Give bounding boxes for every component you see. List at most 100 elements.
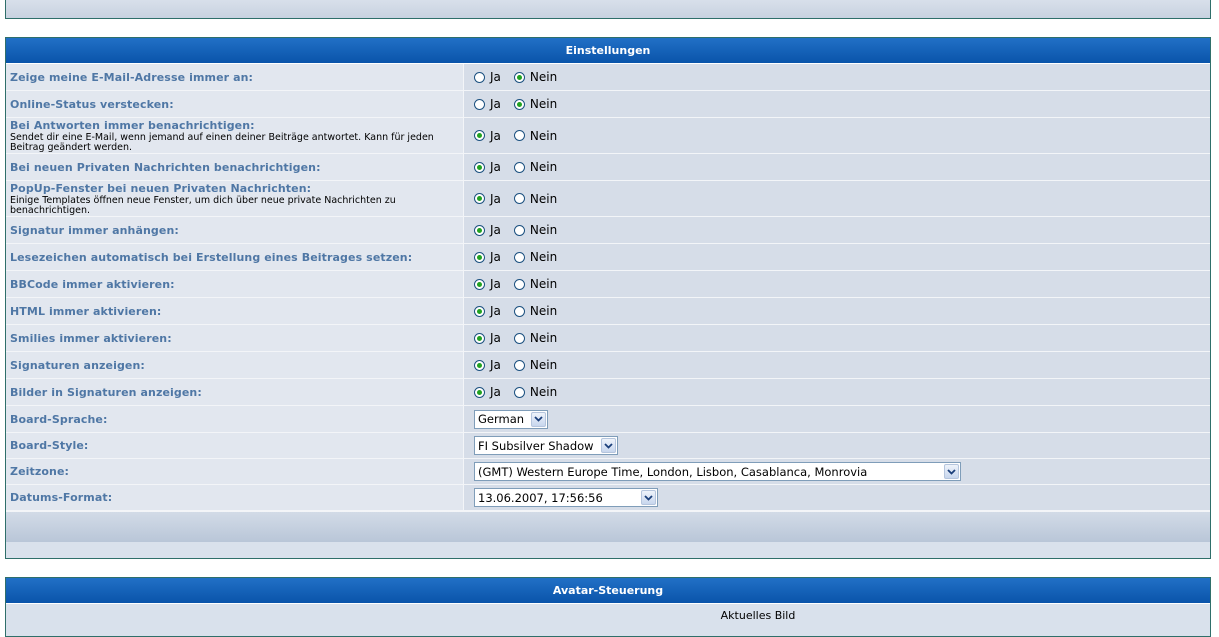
yes-no-radio-group: Ja Nein xyxy=(474,331,570,345)
radio-label-nein[interactable]: Nein xyxy=(530,129,557,143)
radio-label-nein[interactable]: Nein xyxy=(530,331,557,345)
radio-nein[interactable] xyxy=(513,193,525,204)
radio-nein[interactable] xyxy=(513,251,525,263)
radio-label-nein[interactable]: Nein xyxy=(530,250,557,264)
setting-label: Bilder in Signaturen anzeigen: xyxy=(10,385,202,399)
radio-label-ja[interactable]: Ja xyxy=(490,129,501,143)
chevron-down-icon[interactable] xyxy=(601,438,616,453)
radio-nein[interactable] xyxy=(513,359,525,371)
radio-ja[interactable] xyxy=(474,305,485,317)
yes-no-radio-group: Ja Nein xyxy=(474,97,570,111)
radio-ja[interactable] xyxy=(474,161,485,173)
radio-nein[interactable] xyxy=(513,386,525,398)
setting-label: Smilies immer aktivieren: xyxy=(10,331,172,345)
setting-label: Lesezeichen automatisch bei Erstellung e… xyxy=(10,250,413,264)
radio-ja[interactable] xyxy=(474,359,485,371)
settings-row: Signatur immer anhängen: Ja Nein xyxy=(6,217,1210,244)
radio-selected-dot xyxy=(477,227,482,233)
board-style-label: Board-Style: xyxy=(10,439,89,452)
settings-row: BBCode immer aktivieren: Ja Nein xyxy=(6,271,1210,298)
radio-selected-dot xyxy=(477,281,482,287)
radio-label-ja[interactable]: Ja xyxy=(490,223,501,237)
radio-label-ja[interactable]: Ja xyxy=(490,160,501,174)
radio-selected-dot xyxy=(477,164,482,170)
radio-label-nein[interactable]: Nein xyxy=(530,223,557,237)
chevron-down-icon[interactable] xyxy=(641,490,656,505)
setting-description: Einige Templates öffnen neue Fenster, um… xyxy=(10,194,396,216)
settings-row: Lesezeichen automatisch bei Erstellung e… xyxy=(6,244,1210,271)
radio-ja[interactable] xyxy=(474,130,485,141)
radio-nein[interactable] xyxy=(513,332,525,344)
radio-label-nein[interactable]: Nein xyxy=(530,277,557,291)
radio-selected-dot xyxy=(477,362,482,368)
yes-no-radio-group: Ja Nein xyxy=(474,192,570,206)
radio-nein[interactable] xyxy=(513,224,525,236)
radio-ja[interactable] xyxy=(474,251,485,263)
timezone-select[interactable]: (GMT) Western Europe Time, London, Lisbo… xyxy=(474,462,961,481)
setting-label: BBCode immer aktivieren: xyxy=(10,277,175,291)
radio-label-nein[interactable]: Nein xyxy=(530,358,557,372)
radio-nein[interactable] xyxy=(513,305,525,317)
radio-label-ja[interactable]: Ja xyxy=(490,70,501,84)
avatar-header: Avatar-Steuerung xyxy=(6,578,1210,604)
radio-label-nein[interactable]: Nein xyxy=(530,160,557,174)
radio-selected-dot xyxy=(516,74,522,80)
row-date-format: Datums-Format: 13.06.2007, 17:56:56 xyxy=(6,485,1210,511)
radio-label-nein[interactable]: Nein xyxy=(530,385,557,399)
radio-ja[interactable] xyxy=(474,332,485,344)
yes-no-radio-group: Ja Nein xyxy=(474,70,570,84)
board-language-label: Board-Sprache: xyxy=(10,412,108,426)
radio-label-ja[interactable]: Ja xyxy=(490,277,501,291)
radio-nein[interactable] xyxy=(513,98,525,110)
radio-label-ja[interactable]: Ja xyxy=(490,331,501,345)
setting-label: Zeige meine E-Mail-Adresse immer an: xyxy=(10,70,254,84)
radio-selected-dot xyxy=(477,133,482,138)
yes-no-radio-group: Ja Nein xyxy=(474,358,570,372)
settings-row: Smilies immer aktivieren: Ja Nein xyxy=(6,325,1210,352)
date-format-select[interactable]: 13.06.2007, 17:56:56 xyxy=(474,488,658,507)
radio-nein[interactable] xyxy=(513,130,525,141)
radio-nein[interactable] xyxy=(513,278,525,290)
chevron-down-icon[interactable] xyxy=(944,464,959,479)
radio-label-nein[interactable]: Nein xyxy=(530,97,557,111)
radio-selected-dot xyxy=(477,389,482,395)
setting-label: Bei neuen Privaten Nachrichten benachric… xyxy=(10,160,321,174)
radio-ja[interactable] xyxy=(474,386,485,398)
radio-ja[interactable] xyxy=(474,224,485,236)
radio-nein[interactable] xyxy=(513,161,525,173)
radio-ja[interactable] xyxy=(474,71,485,83)
yes-no-radio-group: Ja Nein xyxy=(474,129,570,143)
radio-label-nein[interactable]: Nein xyxy=(530,192,557,206)
yes-no-radio-group: Ja Nein xyxy=(474,304,570,318)
radio-selected-dot xyxy=(477,254,482,260)
yes-no-radio-group: Ja Nein xyxy=(474,223,570,237)
board-language-select[interactable]: German xyxy=(474,409,548,429)
radio-ja[interactable] xyxy=(474,98,485,110)
radio-label-ja[interactable]: Ja xyxy=(490,192,501,206)
row-board-style: Board-Style: FI Subsilver Shadow xyxy=(6,433,1210,459)
radio-label-ja[interactable]: Ja xyxy=(490,385,501,399)
radio-label-ja[interactable]: Ja xyxy=(490,304,501,318)
chevron-down-icon[interactable] xyxy=(531,411,546,427)
yes-no-radio-group: Ja Nein xyxy=(474,160,570,174)
date-format-label: Datums-Format: xyxy=(10,491,113,504)
settings-rows: Zeige meine E-Mail-Adresse immer an: Ja Ne… xyxy=(6,64,1210,406)
setting-label: Bei Antworten immer benachrichtigen: xyxy=(10,118,255,132)
radio-label-ja[interactable]: Ja xyxy=(490,97,501,111)
radio-label-nein[interactable]: Nein xyxy=(530,304,557,318)
settings-panel: Einstellungen Zeige meine E-Mail-Adresse… xyxy=(5,37,1211,559)
radio-nein[interactable] xyxy=(513,71,525,83)
settings-row: Zeige meine E-Mail-Adresse immer an: Ja Ne… xyxy=(6,64,1210,91)
row-timezone: Zeitzone: (GMT) Western Europe Time, Lon… xyxy=(6,459,1210,485)
settings-row: Signaturen anzeigen: Ja Nein xyxy=(6,352,1210,379)
setting-label: PopUp-Fenster bei neuen Privaten Nachric… xyxy=(10,181,312,195)
radio-selected-dot xyxy=(516,101,522,107)
board-style-select[interactable]: FI Subsilver Shadow xyxy=(474,436,618,455)
yes-no-radio-group: Ja Nein xyxy=(474,385,570,399)
radio-ja[interactable] xyxy=(474,278,485,290)
previous-panel-footer xyxy=(5,0,1211,19)
radio-label-nein[interactable]: Nein xyxy=(530,70,557,84)
radio-label-ja[interactable]: Ja xyxy=(490,358,501,372)
radio-ja[interactable] xyxy=(474,193,485,204)
radio-label-ja[interactable]: Ja xyxy=(490,250,501,264)
